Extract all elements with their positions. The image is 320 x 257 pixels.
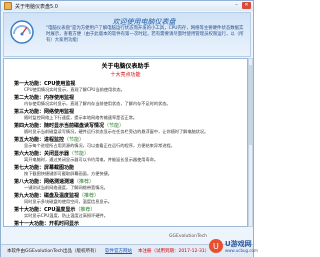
app-icon xyxy=(4,2,12,10)
feature-section: 第三大功能：网络使用监视 随时监控网络上下行速度，提示本地网络传输速率是否正常。 xyxy=(4,108,247,121)
banner-description: "电脑仪表盘"是为方便用户了解电脑运行状态而开发的小工具，CPU内存，网络等主要… xyxy=(46,26,244,43)
feature-description: CPU使用情况实时显示，直观了解CPU当前使用状态。 xyxy=(24,87,125,92)
feature-section: 第七大功能：屏幕截图功能 按下截图快捷键即可截取屏幕画面，方便快捷。 xyxy=(4,164,247,177)
title-bar: 关于电脑仪表盘5.0 – ✕ xyxy=(1,1,253,11)
watermark-site: www.ucbug.com xyxy=(225,248,258,253)
company-name: GGEvolutionTech xyxy=(169,233,208,239)
feature-heading: 第七大功能：屏幕截图功能 xyxy=(14,164,247,171)
feature-section: 第五大功能：进程监控（节能） 显示每个进程所占用资源的情况，可以查看正在运行的程序… xyxy=(4,136,247,149)
feature-description: 随时显示当前磁盘读写情况，硬件运行状态显示在任务栏旁边的悬浮窗中，让你随时了解电… xyxy=(24,129,209,134)
feature-heading: 第一大功能：CPU使用监视 xyxy=(14,80,247,87)
feature-heading: 第二大功能：内存使用监视 xyxy=(14,94,247,101)
feature-description: 随时监控网络上下行速度，提示本地网络传输速率是否正常。 xyxy=(24,115,138,120)
feature-description: 显示每个进程所占用资源的情况，可以查看正在运行的程序，方便结束异常进程。 xyxy=(24,143,175,148)
feature-heading: 第十一大功能：开机时间显示 xyxy=(14,220,247,226)
feature-heading: 第八大功能：网络测速测速（推荐） xyxy=(14,178,247,185)
feature-description: 按下截图快捷键即可截取屏幕画面，方便快捷。 xyxy=(24,171,112,176)
document-title: 关于电脑仪表助手 xyxy=(101,63,150,70)
feature-section: 第九大功能：磁盘及温度监视（推荐） 同时显示多块磁盘的使用空间，温度信息显示。 xyxy=(4,192,247,205)
copyright-text: 本软件由GGEvolutionTech出品（版权所有） xyxy=(7,249,100,254)
svg-text:U: U xyxy=(213,242,219,251)
feature-heading: 第三大功能：网络使用监视 xyxy=(14,108,247,115)
feature-section: 第四大功能：随时显示当前磁盘读写情况（节能） 随时显示当前磁盘读写情况，硬件运行状… xyxy=(4,122,247,135)
feature-heading: 第五大功能：进程监控（节能） xyxy=(14,136,247,143)
feature-section: 第二大功能：内存使用监视 内存使用情况实时显示，直观了解内存当前使用状态，了解内存… xyxy=(4,94,247,107)
minimize-icon[interactable]: – xyxy=(232,2,241,9)
feature-description: 同时显示多块磁盘的使用空间，温度信息显示。 xyxy=(24,199,112,204)
feature-description: 离开电脑时，通过关闭显示器可以节约用电，并能延长显示器使用寿命。 xyxy=(24,157,159,162)
feature-heading: 第四大功能：随时显示当前磁盘读写情况（节能） xyxy=(14,122,247,129)
feature-description: 内存使用情况实时显示，直观了解内存当前使用状态，了解内存不足时的状态。 xyxy=(24,101,171,106)
document-subtitle: 十大亮点功能 xyxy=(110,72,141,78)
feature-sections: 第一大功能：CPU使用监视 CPU使用情况实时显示，直观了解CPU当前使用状态。第… xyxy=(4,80,247,226)
about-window: 关于电脑仪表盘5.0 – ✕ 欢迎使用电脑仪表盘 "电脑仪表盘"是为方便用户了解… xyxy=(0,0,258,257)
feature-section: 第八大功能：网络测速测速（推荐） 一键测试当前网络速度，了解网络带宽情况。 xyxy=(4,178,247,191)
feature-heading: 第六大功能：关闭显示器（节能） xyxy=(14,150,247,157)
feature-description: 实时显示CPU温度，防止温度过高损坏硬件。 xyxy=(24,213,108,218)
trial-expiry-text: 本注册（试用到期：2017-12-31） xyxy=(138,249,210,254)
feature-section: 第十一大功能：开机时间显示显示电脑本次开机运行的时间，让你合理安排电脑使用时间。 xyxy=(4,220,247,226)
feature-list-panel[interactable]: 关于电脑仪表助手 十大亮点功能 第一大功能：CPU使用监视 CPU使用情况实时显示… xyxy=(3,58,248,227)
feature-description: 一键测试当前网络速度，了解网络带宽情况。 xyxy=(24,185,108,190)
dashboard-logo-icon xyxy=(10,20,34,44)
feature-section: 第六大功能：关闭显示器（节能） 离开电脑时，通过关闭显示器可以节约用电，并能延长显… xyxy=(4,150,247,163)
feature-heading: 第十大功能：CPU温度显示（推荐） xyxy=(14,206,247,213)
close-icon[interactable]: ✕ xyxy=(242,2,251,9)
window-controls: – ✕ xyxy=(232,2,251,9)
window-title: 关于电脑仪表盘5.0 xyxy=(15,3,58,10)
scrollbar-thumb[interactable] xyxy=(249,65,252,145)
welcome-banner: 欢迎使用电脑仪表盘 "电脑仪表盘"是为方便用户了解电脑运行状态而开发的小工具，C… xyxy=(3,12,251,57)
vertical-scrollbar[interactable] xyxy=(248,58,253,227)
feature-section: 第一大功能：CPU使用监视 CPU使用情况实时显示，直观了解CPU当前使用状态。 xyxy=(4,80,247,93)
feature-section: 第十大功能：CPU温度显示（推荐） 实时显示CPU温度，防止温度过高损坏硬件。 xyxy=(4,206,247,219)
official-site-link[interactable]: 软件官方网站 xyxy=(105,248,132,254)
feature-heading: 第九大功能：磁盘及温度监视（推荐） xyxy=(14,192,247,199)
